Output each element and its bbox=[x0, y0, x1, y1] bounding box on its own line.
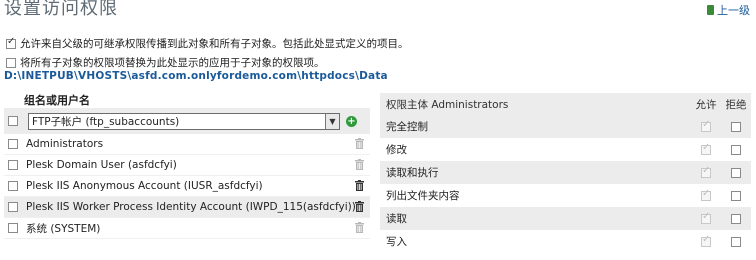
up-level-link[interactable]: 上一级 bbox=[707, 2, 750, 18]
user-select-value: FTP子帐户 (ftp_subaccounts) bbox=[32, 115, 180, 128]
allow-checkbox[interactable] bbox=[701, 234, 711, 247]
allow-checkbox[interactable] bbox=[701, 142, 711, 155]
user-row-label: Plesk IIS Worker Process Identity Accoun… bbox=[26, 201, 356, 213]
allow-checkbox[interactable] bbox=[701, 165, 711, 178]
up-level-icon bbox=[707, 5, 714, 15]
user-row-checkbox[interactable] bbox=[8, 139, 18, 149]
permission-row: 列出文件夹内容 bbox=[380, 184, 751, 207]
deny-checkbox[interactable] bbox=[731, 121, 741, 132]
folder-path: D:\INETPUB\VHOSTS\asfd.com.onlyfordemo.c… bbox=[4, 70, 388, 82]
permission-row: 读取 bbox=[380, 207, 751, 230]
allow-header: 允许 bbox=[695, 98, 717, 111]
replace-child-permissions-label: 将所有子对象的权限项替换为此处显示的应用于子对象的权限项。 bbox=[20, 57, 325, 69]
user-row-checkbox[interactable] bbox=[8, 160, 18, 170]
trash-icon[interactable] bbox=[355, 222, 364, 233]
deny-checkbox[interactable] bbox=[731, 167, 741, 178]
user-row-checkbox[interactable] bbox=[8, 181, 18, 191]
permission-label: 写入 bbox=[386, 236, 407, 248]
up-level-label: 上一级 bbox=[717, 4, 750, 17]
user-row[interactable]: Administrators bbox=[4, 134, 370, 155]
page-title: 设置访问权限 bbox=[4, 0, 118, 19]
replace-child-permissions-checkbox[interactable] bbox=[6, 57, 16, 68]
permission-row: 修改 bbox=[380, 138, 751, 161]
permission-label: 修改 bbox=[386, 144, 407, 156]
user-row-label: Plesk IIS Anonymous Account (IUSR_asfdcf… bbox=[26, 180, 263, 192]
permission-row: 完全控制 bbox=[380, 115, 751, 138]
user-select[interactable]: FTP子帐户 (ftp_subaccounts) ▼ bbox=[28, 112, 340, 130]
deny-header: 拒绝 bbox=[725, 98, 747, 111]
user-row-label: Administrators bbox=[26, 138, 104, 150]
user-row-checkbox[interactable] bbox=[8, 223, 18, 233]
inherit-permissions-label: 允许来自父级的可继承权限传播到此对象和所有子对象。包括此处显式定义的项目。 bbox=[20, 38, 409, 50]
deny-checkbox[interactable] bbox=[731, 213, 741, 224]
deny-checkbox[interactable] bbox=[731, 190, 741, 201]
user-row[interactable]: 系统 (SYSTEM) bbox=[4, 218, 370, 239]
permission-label: 读取和执行 bbox=[386, 167, 439, 179]
trash-icon[interactable] bbox=[355, 138, 364, 149]
user-row-label: 系统 (SYSTEM) bbox=[26, 222, 101, 235]
trash-icon[interactable] bbox=[355, 180, 364, 191]
user-row[interactable]: Plesk IIS Worker Process Identity Accoun… bbox=[4, 197, 370, 218]
inherit-permissions-option: 允许来自父级的可继承权限传播到此对象和所有子对象。包括此处显式定义的项目。 bbox=[6, 36, 409, 51]
user-list: Administrators Plesk Domain User (asfdcfy… bbox=[4, 134, 370, 239]
trash-icon[interactable] bbox=[355, 201, 364, 212]
inherit-permissions-checkbox[interactable] bbox=[6, 36, 16, 49]
users-header: 组名或用户名 bbox=[24, 94, 90, 107]
deny-checkbox[interactable] bbox=[731, 144, 741, 155]
user-row[interactable]: Plesk IIS Anonymous Account (IUSR_asfdcf… bbox=[4, 176, 370, 197]
permission-label: 读取 bbox=[386, 213, 407, 225]
replace-child-permissions-option: 将所有子对象的权限项替换为此处显示的应用于子对象的权限项。 bbox=[6, 55, 325, 70]
user-row-label: Plesk Domain User (asfdcfyi) bbox=[26, 159, 177, 171]
allow-checkbox[interactable] bbox=[701, 188, 711, 201]
permission-label: 完全控制 bbox=[386, 121, 428, 133]
trash-icon[interactable] bbox=[355, 159, 364, 170]
add-user-row-checkbox[interactable] bbox=[8, 116, 18, 126]
chevron-down-icon[interactable]: ▼ bbox=[325, 113, 339, 129]
allow-checkbox[interactable] bbox=[701, 119, 711, 132]
allow-checkbox[interactable] bbox=[701, 211, 711, 224]
add-user-icon[interactable]: + bbox=[346, 115, 357, 127]
principal-header: 权限主体 Administrators bbox=[386, 98, 509, 111]
permission-label: 列出文件夹内容 bbox=[386, 190, 460, 202]
deny-checkbox[interactable] bbox=[731, 236, 741, 247]
permission-row: 写入 bbox=[380, 230, 751, 253]
user-row[interactable]: Plesk Domain User (asfdcfyi) bbox=[4, 155, 370, 176]
permissions-panel: 权限主体 Administrators 允许 拒绝 完全控制修改读取和执行列出文… bbox=[380, 93, 751, 253]
permission-row: 读取和执行 bbox=[380, 161, 751, 184]
permissions-header: 权限主体 Administrators 允许 拒绝 bbox=[380, 93, 751, 115]
users-panel: 组名或用户名 FTP子帐户 (ftp_subaccounts) ▼ + Admi… bbox=[4, 92, 370, 239]
add-user-row: FTP子帐户 (ftp_subaccounts) ▼ + bbox=[4, 108, 370, 134]
user-row-checkbox[interactable] bbox=[8, 202, 18, 212]
permission-list: 完全控制修改读取和执行列出文件夹内容读取写入 bbox=[380, 115, 751, 253]
